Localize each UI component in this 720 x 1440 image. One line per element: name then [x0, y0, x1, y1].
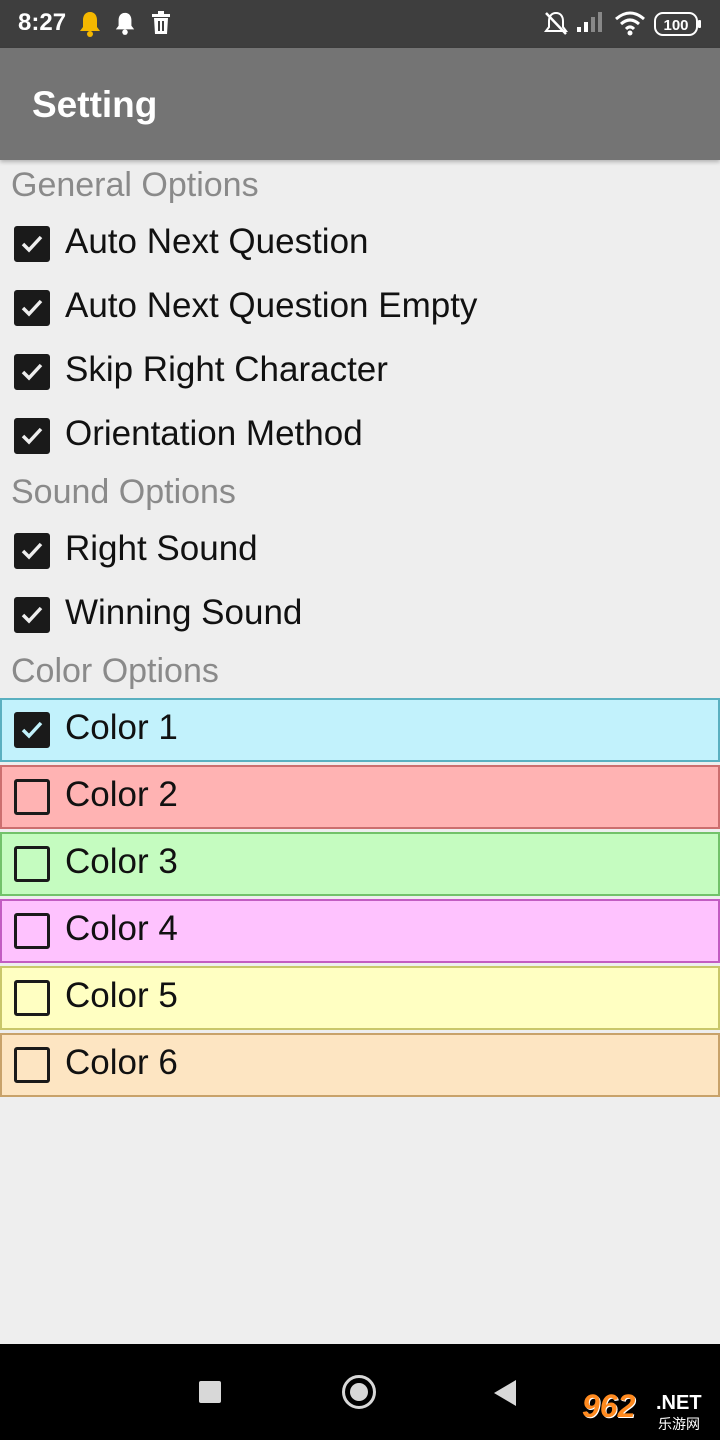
checkbox-checked-icon[interactable]	[14, 712, 50, 748]
checkbox-checked-icon[interactable]	[14, 597, 50, 633]
app-bar: Setting	[0, 48, 720, 160]
setting-skip-right-character[interactable]: Skip Right Character	[0, 340, 720, 404]
section-title-general: General Options	[11, 166, 259, 204]
checkbox-unchecked-icon[interactable]	[14, 913, 50, 949]
home-icon-inner	[350, 1383, 368, 1401]
checkbox-unchecked-icon[interactable]	[14, 779, 50, 815]
checkbox-unchecked-icon[interactable]	[14, 1047, 50, 1083]
bell-yellow-icon	[78, 10, 102, 42]
color-label: Color 2	[65, 775, 178, 814]
watermark-net: .NET	[656, 1392, 702, 1414]
color-option-6[interactable]: Color 6	[0, 1033, 720, 1097]
section-title-color: Color Options	[11, 652, 219, 690]
color-option-5[interactable]: Color 5	[0, 966, 720, 1030]
color-label: Color 3	[65, 842, 178, 881]
battery-icon: 100	[654, 11, 702, 41]
checkbox-checked-icon[interactable]	[14, 354, 50, 390]
watermark-cn: 乐游网	[658, 1417, 700, 1433]
checkbox-checked-icon[interactable]	[14, 226, 50, 262]
setting-label: Skip Right Character	[65, 350, 388, 389]
wifi-icon	[614, 10, 646, 40]
color-label: Color 5	[65, 976, 178, 1015]
setting-auto-next-question-empty[interactable]: Auto Next Question Empty	[0, 276, 720, 340]
checkbox-unchecked-icon[interactable]	[14, 846, 50, 882]
color-label: Color 6	[65, 1043, 178, 1082]
watermark-number: 962	[582, 1388, 636, 1424]
section-title-sound: Sound Options	[11, 473, 236, 511]
setting-label: Auto Next Question	[65, 222, 369, 261]
setting-right-sound[interactable]: Right Sound	[0, 519, 720, 583]
mute-icon	[543, 10, 569, 42]
color-option-3[interactable]: Color 3	[0, 832, 720, 896]
color-label: Color 4	[65, 909, 178, 948]
color-label: Color 1	[65, 708, 178, 747]
watermark-logo: 962 .NET 乐游网	[578, 1388, 716, 1434]
status-bar: 8:27 100	[0, 0, 720, 48]
setting-winning-sound[interactable]: Winning Sound	[0, 583, 720, 647]
recents-icon[interactable]	[199, 1381, 221, 1403]
status-time: 8:27	[18, 9, 67, 36]
checkbox-checked-icon[interactable]	[14, 418, 50, 454]
bell-icon	[114, 10, 136, 40]
trash-icon	[150, 10, 172, 40]
setting-label: Right Sound	[65, 529, 258, 568]
signal-icon	[576, 10, 606, 38]
setting-label: Winning Sound	[65, 593, 303, 632]
home-icon[interactable]	[342, 1375, 376, 1409]
battery-level: 100	[663, 17, 688, 34]
setting-auto-next-question[interactable]: Auto Next Question	[0, 212, 720, 276]
color-option-2[interactable]: Color 2	[0, 765, 720, 829]
back-icon[interactable]	[494, 1380, 516, 1406]
checkbox-unchecked-icon[interactable]	[14, 980, 50, 1016]
checkbox-checked-icon[interactable]	[14, 533, 50, 569]
setting-orientation-method[interactable]: Orientation Method	[0, 404, 720, 468]
color-option-4[interactable]: Color 4	[0, 899, 720, 963]
color-option-1[interactable]: Color 1	[0, 698, 720, 762]
setting-label: Auto Next Question Empty	[65, 286, 478, 325]
checkbox-checked-icon[interactable]	[14, 290, 50, 326]
page-title: Setting	[32, 84, 158, 125]
setting-label: Orientation Method	[65, 414, 363, 453]
